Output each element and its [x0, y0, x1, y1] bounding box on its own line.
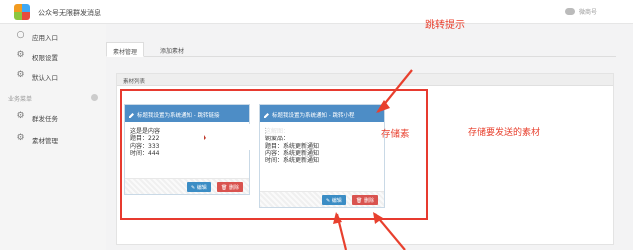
sidebar-item-label: 素材管理: [32, 137, 58, 145]
sidebar-item-materials[interactable]: ⚙ 素材管理: [0, 129, 106, 149]
top-bar: 公众号无限群发消息 微商号: [0, 0, 633, 24]
gear-icon: ⚙: [16, 133, 25, 143]
section-label: 业务菜单: [8, 96, 33, 103]
tab-bar: 素材管理 添加素材: [106, 40, 616, 57]
gear-icon: ⚙: [16, 111, 25, 121]
annotation-jump-hint: 跳转提示: [425, 20, 465, 31]
sidebar-item-label: 默认入口: [32, 74, 58, 82]
wechat-icon: [565, 8, 575, 15]
gear-icon: ⚙: [16, 70, 25, 80]
account-switcher[interactable]: 微商号: [565, 7, 597, 16]
annotation-box: [120, 89, 428, 220]
gear-icon: ⚙: [16, 50, 25, 60]
annotation-store-partial: 存储素: [381, 129, 410, 140]
sidebar-item-broadcast-tasks[interactable]: ⚙ 群发任务: [0, 107, 106, 127]
app-title: 公众号无限群发消息: [38, 9, 101, 17]
annotation-store-material: 存储要发送的素材: [468, 128, 541, 138]
sidebar-item-default-entry[interactable]: ⚙ 默认入口: [0, 66, 106, 86]
panel-heading: 素材列表: [117, 74, 613, 86]
sidebar-item-label: 权限设置: [32, 54, 58, 62]
chat-bubble-icon: ○: [16, 30, 25, 40]
collapse-icon[interactable]: [91, 94, 98, 101]
app-logo-icon: [14, 4, 30, 20]
sidebar-item-permissions[interactable]: ⚙ 权限设置: [0, 46, 106, 66]
sidebar-item-app-entry[interactable]: ○ 应用入口: [0, 26, 106, 46]
tab-add-material[interactable]: 添加素材: [154, 42, 190, 57]
account-name: 微商号: [579, 9, 598, 16]
sidebar-item-label: 群发任务: [32, 115, 58, 123]
sidebar: ○ 应用入口 ⚙ 权限设置 ⚙ 默认入口 业务菜单 ⚙ 群发任务 ⚙ 素材管理: [0, 24, 106, 250]
sidebar-item-label: 应用入口: [32, 34, 58, 42]
tab-material-management[interactable]: 素材管理: [106, 42, 145, 57]
